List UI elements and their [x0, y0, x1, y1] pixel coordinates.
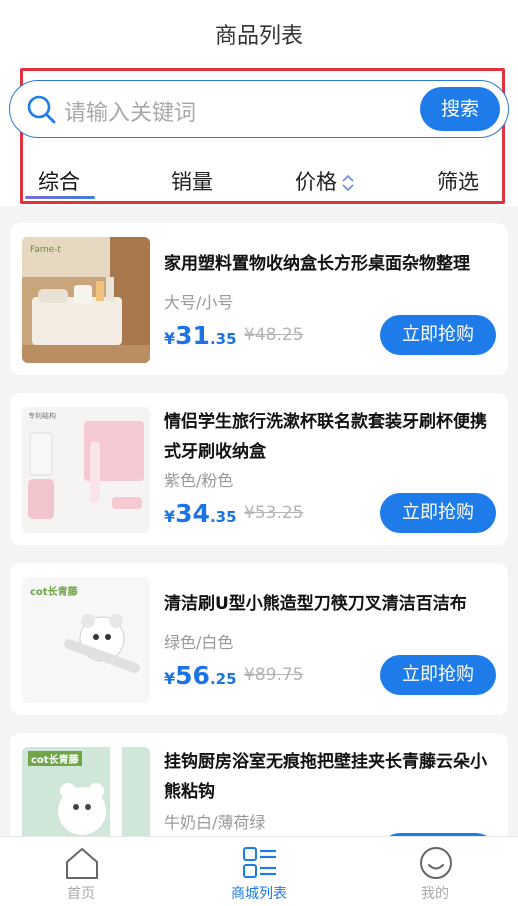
- tabbar-label: 商城列表: [231, 886, 287, 902]
- product-card[interactable]: cot长青藤 挂钩厨房浴室无痕拖把壁挂夹长青藤云朵小熊粘钩 牛奶白/薄荷绿: [10, 733, 508, 836]
- product-name: 情侣学生旅行洗漱杯联名款套装牙刷杯便携式牙刷收纳盒: [164, 412, 487, 462]
- search-icon: [27, 95, 56, 124]
- tab-price-label: 价格: [295, 170, 337, 194]
- product-variant: 绿色/白色: [164, 633, 234, 652]
- tab-filter[interactable]: 筛选: [437, 166, 479, 196]
- product-variant: 牛奶白/薄荷绿: [164, 813, 266, 832]
- price-symbol: ¥: [164, 329, 176, 348]
- product-name: 家用塑料置物收纳盒长方形桌面杂物整理: [164, 254, 470, 274]
- tab-price[interactable]: 价格: [295, 166, 355, 196]
- sort-icon: [342, 174, 354, 192]
- product-name: 挂钩厨房浴室无痕拖把壁挂夹长青藤云朵小熊粘钩: [164, 752, 487, 802]
- product-image: 专利结构: [22, 407, 150, 533]
- original-price: ¥48.25: [244, 325, 304, 345]
- original-price: ¥53.25: [244, 503, 304, 523]
- smile-icon: [420, 847, 452, 879]
- tabbar-mall-list[interactable]: 商城列表: [199, 837, 319, 906]
- page-title: 商品列表: [214, 24, 303, 49]
- buy-now-button[interactable]: 立即抢购: [380, 315, 496, 355]
- buy-now-button[interactable]: 立即抢购: [380, 655, 496, 695]
- tabbar-home[interactable]: 首页: [21, 837, 141, 906]
- product-card[interactable]: Fame-t 家用塑料置物收纳盒长方形桌面杂物整理 大号/小号 ¥31.35 ¥…: [10, 223, 508, 375]
- product-list: Fame-t 家用塑料置物收纳盒长方形桌面杂物整理 大号/小号 ¥31.35 ¥…: [0, 206, 518, 836]
- price-integer: 56: [175, 661, 210, 690]
- tab-comprehensive[interactable]: 综合: [38, 166, 80, 196]
- price-decimal: .35: [209, 330, 237, 348]
- price-integer: 31: [175, 321, 210, 350]
- original-price: ¥89.75: [244, 665, 304, 685]
- product-image: Fame-t: [22, 237, 150, 363]
- thumb-brand: Fame-t: [30, 245, 61, 255]
- bottom-tab-bar: 首页 商城列表 我的: [0, 836, 518, 906]
- thumb-brand: cot长青藤: [30, 587, 78, 598]
- price-symbol: ¥: [164, 507, 176, 526]
- product-variant: 大号/小号: [164, 293, 234, 312]
- search-input[interactable]: 请输入关键词: [64, 95, 196, 127]
- tab-sales[interactable]: 销量: [171, 166, 213, 196]
- product-card[interactable]: 专利结构 情侣学生旅行洗漱杯联名款套装牙刷杯便携式牙刷收纳盒 紫色/粉色 ¥34…: [10, 393, 508, 545]
- active-tab-indicator: [25, 196, 95, 199]
- product-price: ¥31.35: [164, 321, 237, 350]
- list-icon: [243, 847, 276, 878]
- product-price: ¥56.25: [164, 661, 237, 690]
- tabbar-mine[interactable]: 我的: [375, 837, 495, 906]
- product-image: cot长青藤: [22, 747, 150, 836]
- tabbar-label: 首页: [67, 886, 95, 902]
- filter-tabs: 综合 销量 价格 筛选: [0, 160, 518, 204]
- product-image: cot长青藤: [22, 577, 150, 703]
- price-decimal: .35: [209, 508, 237, 526]
- product-card[interactable]: cot长青藤 清洁刷U型小熊造型刀筷刀叉清洁百洁布 绿色/白色 ¥56.25 ¥…: [10, 563, 508, 715]
- price-symbol: ¥: [164, 669, 176, 688]
- search-button[interactable]: 搜索: [420, 87, 500, 131]
- price-decimal: .25: [209, 670, 237, 688]
- product-variant: 紫色/粉色: [164, 471, 234, 490]
- price-integer: 34: [175, 499, 210, 528]
- tabbar-label: 我的: [421, 886, 449, 902]
- product-name: 清洁刷U型小熊造型刀筷刀叉清洁百洁布: [164, 594, 467, 614]
- product-price: ¥34.35: [164, 499, 237, 528]
- home-icon: [66, 848, 98, 879]
- thumb-brand: cot长青藤: [28, 751, 82, 766]
- buy-now-button[interactable]: 立即抢购: [380, 493, 496, 533]
- search-bar[interactable]: 请输入关键词 搜索: [9, 80, 509, 138]
- thumb-caption: 专利结构: [28, 412, 56, 420]
